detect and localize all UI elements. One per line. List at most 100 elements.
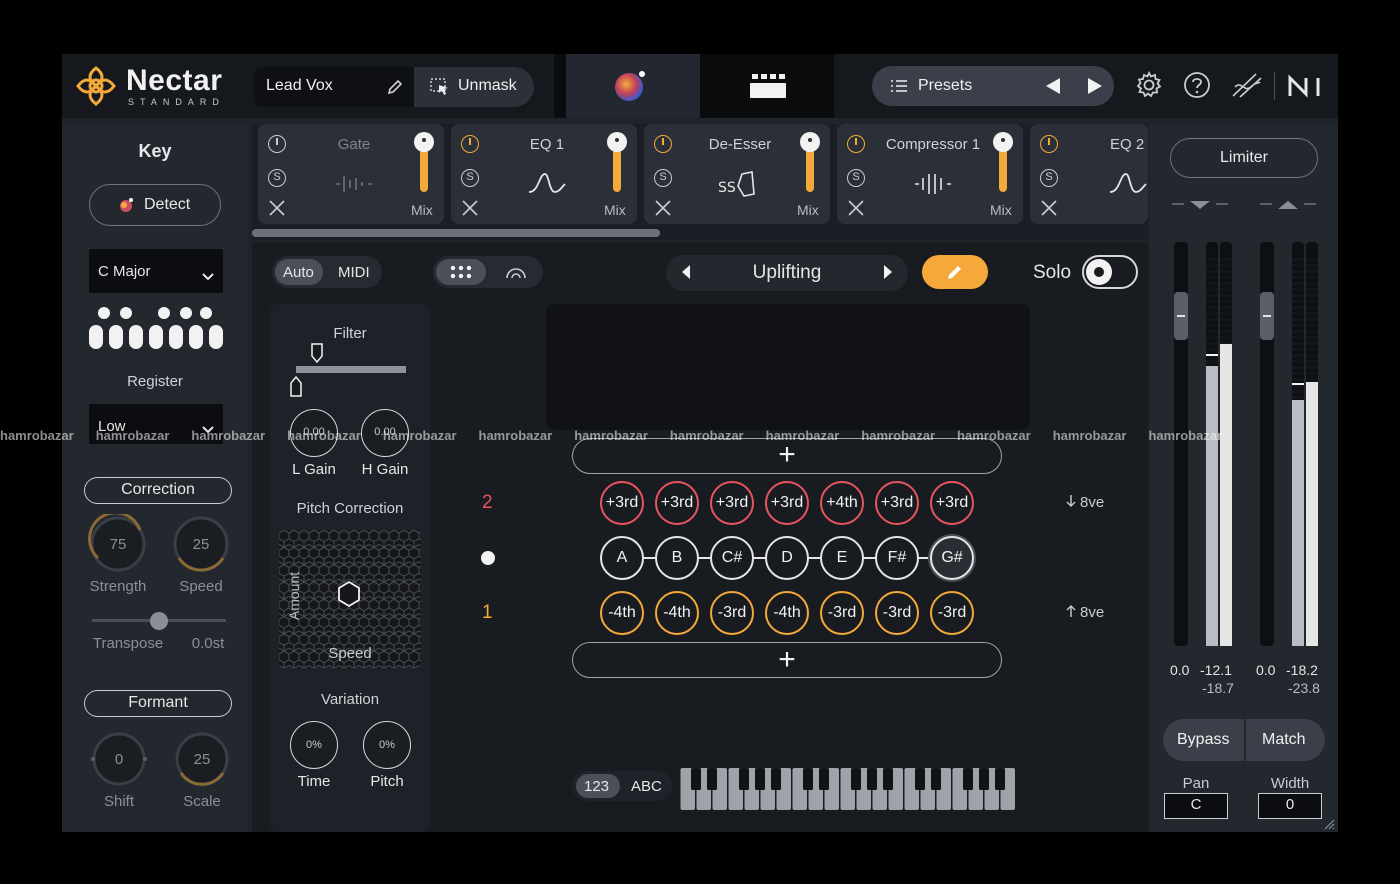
black-key[interactable] — [771, 768, 781, 790]
black-key-dot[interactable] — [120, 307, 132, 319]
next-preset-icon[interactable] — [1086, 76, 1104, 101]
close-icon[interactable] — [654, 199, 672, 222]
lower-harmony-note[interactable]: -3rd — [820, 591, 864, 635]
octave-down-button[interactable]: 8ve — [1080, 494, 1104, 511]
native-instruments-logo-icon[interactable] — [1288, 74, 1320, 104]
filter-range-slider[interactable] — [288, 342, 410, 400]
close-icon[interactable] — [1040, 199, 1058, 222]
pan-field[interactable]: C — [1164, 793, 1228, 819]
module-solo-button[interactable]: S — [847, 169, 865, 187]
close-icon[interactable] — [847, 199, 865, 222]
relay-link-icon[interactable] — [1230, 70, 1262, 100]
upper-harmony-note[interactable]: +3rd — [710, 481, 754, 525]
black-key[interactable] — [819, 768, 829, 790]
width-field[interactable]: 0 — [1258, 793, 1322, 819]
black-key[interactable] — [755, 768, 765, 790]
lower-harmony-note[interactable]: -4th — [765, 591, 809, 635]
scale-note[interactable]: A — [600, 536, 644, 580]
note-label-numbers-button[interactable]: 123 — [584, 778, 609, 795]
scale-note[interactable]: E — [820, 536, 864, 580]
upper-harmony-note[interactable]: +3rd — [875, 481, 919, 525]
transpose-slider-handle[interactable] — [150, 612, 168, 630]
upper-harmony-note[interactable]: +4th — [820, 481, 864, 525]
black-key[interactable] — [931, 768, 941, 790]
upper-harmony-note[interactable]: +3rd — [930, 481, 974, 525]
lower-harmony-note[interactable]: -3rd — [930, 591, 974, 635]
scale-note[interactable]: F# — [875, 536, 919, 580]
formant-button[interactable]: Formant — [84, 690, 232, 717]
scale-note[interactable]: G# — [930, 536, 974, 580]
close-icon[interactable] — [268, 199, 286, 222]
white-key-dot[interactable] — [129, 325, 143, 349]
black-key[interactable] — [995, 768, 1005, 790]
settings-gear-icon[interactable] — [1134, 70, 1164, 100]
module-solo-button[interactable]: S — [654, 169, 672, 187]
black-key[interactable] — [867, 768, 877, 790]
black-key[interactable] — [707, 768, 717, 790]
upper-harmony-note[interactable]: +3rd — [765, 481, 809, 525]
black-key[interactable] — [915, 768, 925, 790]
mix-slider-knob[interactable] — [800, 132, 820, 152]
strength-label: Strength — [89, 578, 147, 595]
lower-harmony-note[interactable]: -3rd — [710, 591, 754, 635]
module-solo-button[interactable]: S — [1040, 169, 1058, 187]
next-style-icon[interactable] — [882, 263, 894, 286]
pitch-label: Pitch — [370, 773, 404, 790]
limiter-button[interactable]: Limiter — [1170, 138, 1318, 178]
piano-keyboard[interactable] — [680, 768, 1016, 810]
lower-harmony-note[interactable]: -4th — [655, 591, 699, 635]
mode-auto-button[interactable]: Auto — [283, 264, 314, 281]
black-key[interactable] — [883, 768, 893, 790]
arc-view-icon[interactable] — [504, 264, 528, 280]
rename-pencil-icon[interactable] — [386, 78, 404, 96]
bypass-button[interactable]: Bypass — [1177, 731, 1229, 749]
resize-grip-icon[interactable] — [1323, 817, 1335, 835]
black-key-dot[interactable] — [98, 307, 110, 319]
previous-preset-icon[interactable] — [1044, 76, 1062, 101]
presets-button[interactable]: Presets — [918, 77, 972, 95]
mix-slider-knob[interactable] — [414, 132, 434, 152]
module-strip-scrollbar[interactable] — [252, 229, 660, 237]
white-key-dot[interactable] — [89, 325, 103, 349]
lower-harmony-note[interactable]: -3rd — [875, 591, 919, 635]
black-key-dot[interactable] — [158, 307, 170, 319]
correction-button[interactable]: Correction — [84, 477, 232, 504]
white-key-dot[interactable] — [209, 325, 223, 349]
upper-harmony-note[interactable]: +3rd — [600, 481, 644, 525]
scale-note[interactable]: C# — [710, 536, 754, 580]
scale-note[interactable]: B — [655, 536, 699, 580]
black-key-dot[interactable] — [200, 307, 212, 319]
transpose-label: Transpose — [92, 635, 164, 652]
white-key-dot[interactable] — [189, 325, 203, 349]
match-button[interactable]: Match — [1262, 731, 1306, 749]
white-key-dot[interactable] — [149, 325, 163, 349]
black-key[interactable] — [739, 768, 749, 790]
black-key[interactable] — [691, 768, 701, 790]
dots-view-icon[interactable] — [450, 265, 472, 279]
lower-harmony-note[interactable]: -4th — [600, 591, 644, 635]
input-threshold-marker-icon — [1170, 198, 1230, 212]
mix-slider-knob[interactable] — [993, 132, 1013, 152]
module-name: Gate — [337, 136, 371, 153]
upper-harmony-note[interactable]: +3rd — [655, 481, 699, 525]
close-icon[interactable] — [461, 199, 479, 222]
white-key-dot[interactable] — [109, 325, 123, 349]
scale-note[interactable]: D — [765, 536, 809, 580]
black-key[interactable] — [851, 768, 861, 790]
mode-midi-button[interactable]: MIDI — [338, 264, 370, 281]
note-label-letters-button[interactable]: ABC — [631, 778, 662, 795]
module-solo-button[interactable]: S — [461, 169, 479, 187]
octave-up-button[interactable]: 8ve — [1080, 604, 1104, 621]
mix-slider-knob[interactable] — [607, 132, 627, 152]
white-key-dot[interactable] — [169, 325, 183, 349]
help-icon[interactable] — [1182, 70, 1212, 100]
watermark-text: hamrobazar — [0, 428, 74, 443]
black-key[interactable] — [803, 768, 813, 790]
module-curve-icon — [911, 170, 955, 203]
mix-knob-dot — [422, 138, 426, 142]
module-solo-button[interactable]: S — [268, 169, 286, 187]
black-key[interactable] — [979, 768, 989, 790]
preset-name: Lead Vox — [266, 77, 333, 94]
black-key-dot[interactable] — [180, 307, 192, 319]
black-key[interactable] — [963, 768, 973, 790]
